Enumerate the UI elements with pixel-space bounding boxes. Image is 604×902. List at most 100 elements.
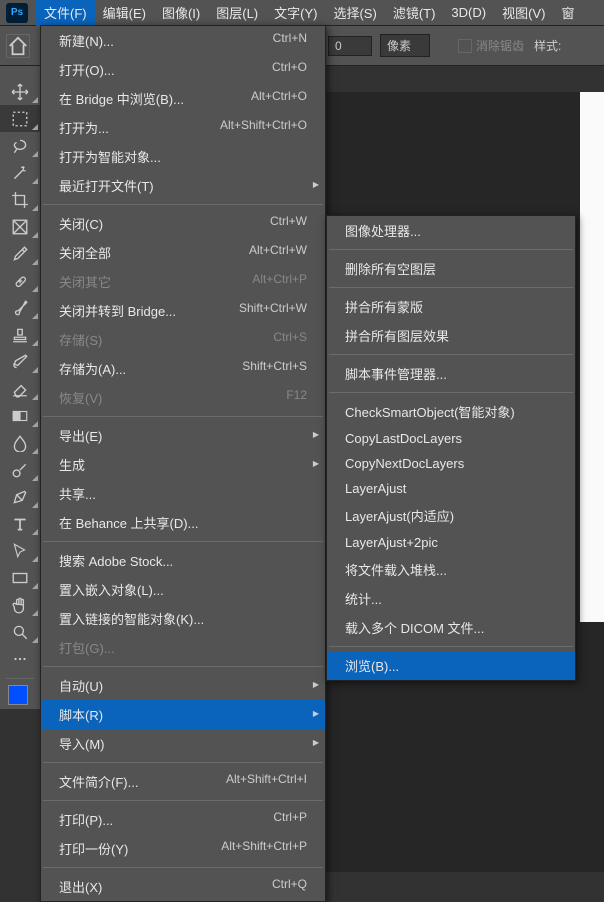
scripts-menu-item-16[interactable]: 统计...	[327, 584, 575, 613]
file-menu-item-12[interactable]: 存储为(A)...Shift+Ctrl+S	[41, 354, 325, 383]
file-menu-item-4[interactable]: 打开为智能对象...	[41, 142, 325, 171]
scripts-menu-item-9[interactable]: CheckSmartObject(智能对象)	[327, 397, 575, 426]
tool-wand[interactable]	[0, 159, 40, 186]
scripts-menu-item-13[interactable]: LayerAjust(内适应)	[327, 501, 575, 530]
tool-blur[interactable]	[0, 429, 40, 456]
menu-layer[interactable]: 图层(L)	[208, 0, 266, 26]
menu-edit[interactable]: 编辑(E)	[95, 0, 154, 26]
menu-filter[interactable]: 滤镜(T)	[385, 0, 444, 26]
tool-rect[interactable]	[0, 564, 40, 591]
tool-stamp[interactable]	[0, 321, 40, 348]
tool-type[interactable]	[0, 510, 40, 537]
menu-item-label: 最近打开文件(T)	[59, 176, 154, 195]
tool-path[interactable]	[0, 537, 40, 564]
file-menu-item-8[interactable]: 关闭全部Alt+Ctrl+W	[41, 238, 325, 267]
file-menu-separator	[43, 867, 323, 868]
file-menu-item-7[interactable]: 关闭(C)Ctrl+W	[41, 209, 325, 238]
menu-image[interactable]: 图像(I)	[154, 0, 208, 26]
scripts-menu-item-19[interactable]: 浏览(B)...	[327, 651, 575, 680]
tool-marquee[interactable]	[0, 105, 40, 132]
menu-view[interactable]: 视图(V)	[494, 0, 553, 26]
menu-item-label: 导入(M)	[59, 734, 105, 753]
file-menu-separator	[43, 666, 323, 667]
file-menu-item-27[interactable]: 导入(M)	[41, 729, 325, 758]
menu-item-shortcut: Alt+Shift+Ctrl+I	[226, 772, 307, 791]
toolbar	[0, 66, 40, 709]
tool-gradient[interactable]	[0, 402, 40, 429]
file-menu-item-31[interactable]: 打印(P)...Ctrl+P	[41, 805, 325, 834]
menu-item-label: 将文件载入堆栈...	[345, 560, 447, 579]
scripts-menu-item-10[interactable]: CopyLastDocLayers	[327, 426, 575, 451]
menu-item-label: 文件简介(F)...	[59, 772, 138, 791]
field-value[interactable]: 0	[328, 36, 372, 56]
scripts-menu-item-2[interactable]: 删除所有空图层	[327, 254, 575, 283]
file-menu-item-20[interactable]: 搜索 Adobe Stock...	[41, 546, 325, 575]
tool-hand[interactable]	[0, 591, 40, 618]
tool-heal[interactable]	[0, 267, 40, 294]
foreground-swatch[interactable]	[8, 685, 28, 705]
scripts-menu-item-7[interactable]: 脚本事件管理器...	[327, 359, 575, 388]
file-menu-separator	[43, 800, 323, 801]
file-menu-separator	[43, 541, 323, 542]
tool-frame[interactable]	[0, 213, 40, 240]
menu-item-label: 浏览(B)...	[345, 656, 399, 675]
tool-dodge[interactable]	[0, 456, 40, 483]
file-menu-item-16[interactable]: 生成	[41, 450, 325, 479]
antialias-checkbox[interactable]	[458, 39, 472, 53]
home-icon[interactable]	[6, 34, 30, 58]
scripts-menu-item-11[interactable]: CopyNextDocLayers	[327, 451, 575, 476]
file-menu-item-15[interactable]: 导出(E)	[41, 421, 325, 450]
menu-file[interactable]: 文件(F)	[36, 0, 95, 26]
menu-item-label: 关闭并转到 Bridge...	[59, 301, 176, 320]
scripts-menu-item-17[interactable]: 载入多个 DICOM 文件...	[327, 613, 575, 642]
menu-item-shortcut: Ctrl+P	[273, 810, 307, 829]
scripts-menu-item-4[interactable]: 拼合所有蒙版	[327, 292, 575, 321]
scripts-menu-item-5[interactable]: 拼合所有图层效果	[327, 321, 575, 350]
file-menu-item-18[interactable]: 在 Behance 上共享(D)...	[41, 508, 325, 537]
unit-field[interactable]: 像素	[380, 34, 430, 57]
file-menu-item-34[interactable]: 退出(X)Ctrl+Q	[41, 872, 325, 901]
file-menu-item-32[interactable]: 打印一份(Y)Alt+Shift+Ctrl+P	[41, 834, 325, 863]
antialias-label: 消除锯齿	[476, 37, 524, 54]
file-menu-item-5[interactable]: 最近打开文件(T)	[41, 171, 325, 200]
tool-zoom[interactable]	[0, 618, 40, 645]
menu-item-label: 恢复(V)	[59, 388, 102, 407]
tool-history[interactable]	[0, 348, 40, 375]
tool-more[interactable]	[0, 645, 40, 672]
menu-3d[interactable]: 3D(D)	[443, 1, 494, 24]
menu-item-label: 打开(O)...	[59, 60, 115, 79]
file-menu-item-10[interactable]: 关闭并转到 Bridge...Shift+Ctrl+W	[41, 296, 325, 325]
scripts-menu-separator	[329, 646, 573, 647]
scripts-menu-item-0[interactable]: 图像处理器...	[327, 216, 575, 245]
tool-pen[interactable]	[0, 483, 40, 510]
menu-item-label: 打开为...	[59, 118, 109, 137]
menu-type[interactable]: 文字(Y)	[266, 0, 325, 26]
scripts-menu-item-14[interactable]: LayerAjust+2pic	[327, 530, 575, 555]
menu-item-shortcut: Alt+Ctrl+O	[251, 89, 307, 108]
tool-crop[interactable]	[0, 186, 40, 213]
file-menu-item-2[interactable]: 在 Bridge 中浏览(B)...Alt+Ctrl+O	[41, 84, 325, 113]
tool-brush[interactable]	[0, 294, 40, 321]
tool-eyedropper[interactable]	[0, 240, 40, 267]
file-menu-item-22[interactable]: 置入链接的智能对象(K)...	[41, 604, 325, 633]
menu-item-shortcut: Shift+Ctrl+S	[242, 359, 307, 378]
scripts-menu-item-15[interactable]: 将文件载入堆栈...	[327, 555, 575, 584]
file-menu-item-3[interactable]: 打开为...Alt+Shift+Ctrl+O	[41, 113, 325, 142]
tool-move[interactable]	[0, 78, 40, 105]
tool-lasso[interactable]	[0, 132, 40, 159]
menu-item-label: LayerAjust(内适应)	[345, 506, 454, 525]
menu-window[interactable]: 窗	[553, 0, 582, 26]
file-menu-item-29[interactable]: 文件简介(F)... Alt+Shift+Ctrl+I	[41, 767, 325, 796]
menu-item-label: LayerAjust	[345, 481, 406, 496]
menu-item-label: 导出(E)	[59, 426, 102, 445]
file-menu-item-21[interactable]: 置入嵌入对象(L)...	[41, 575, 325, 604]
file-menu-item-0[interactable]: 新建(N)...Ctrl+N	[41, 26, 325, 55]
file-menu-item-17[interactable]: 共享...	[41, 479, 325, 508]
menu-select[interactable]: 选择(S)	[325, 0, 384, 26]
menu-item-label: 生成	[59, 455, 85, 474]
scripts-menu-item-12[interactable]: LayerAjust	[327, 476, 575, 501]
file-menu-item-26[interactable]: 脚本(R)	[41, 700, 325, 729]
file-menu-item-1[interactable]: 打开(O)...Ctrl+O	[41, 55, 325, 84]
tool-eraser[interactable]	[0, 375, 40, 402]
file-menu-item-25[interactable]: 自动(U)	[41, 671, 325, 700]
